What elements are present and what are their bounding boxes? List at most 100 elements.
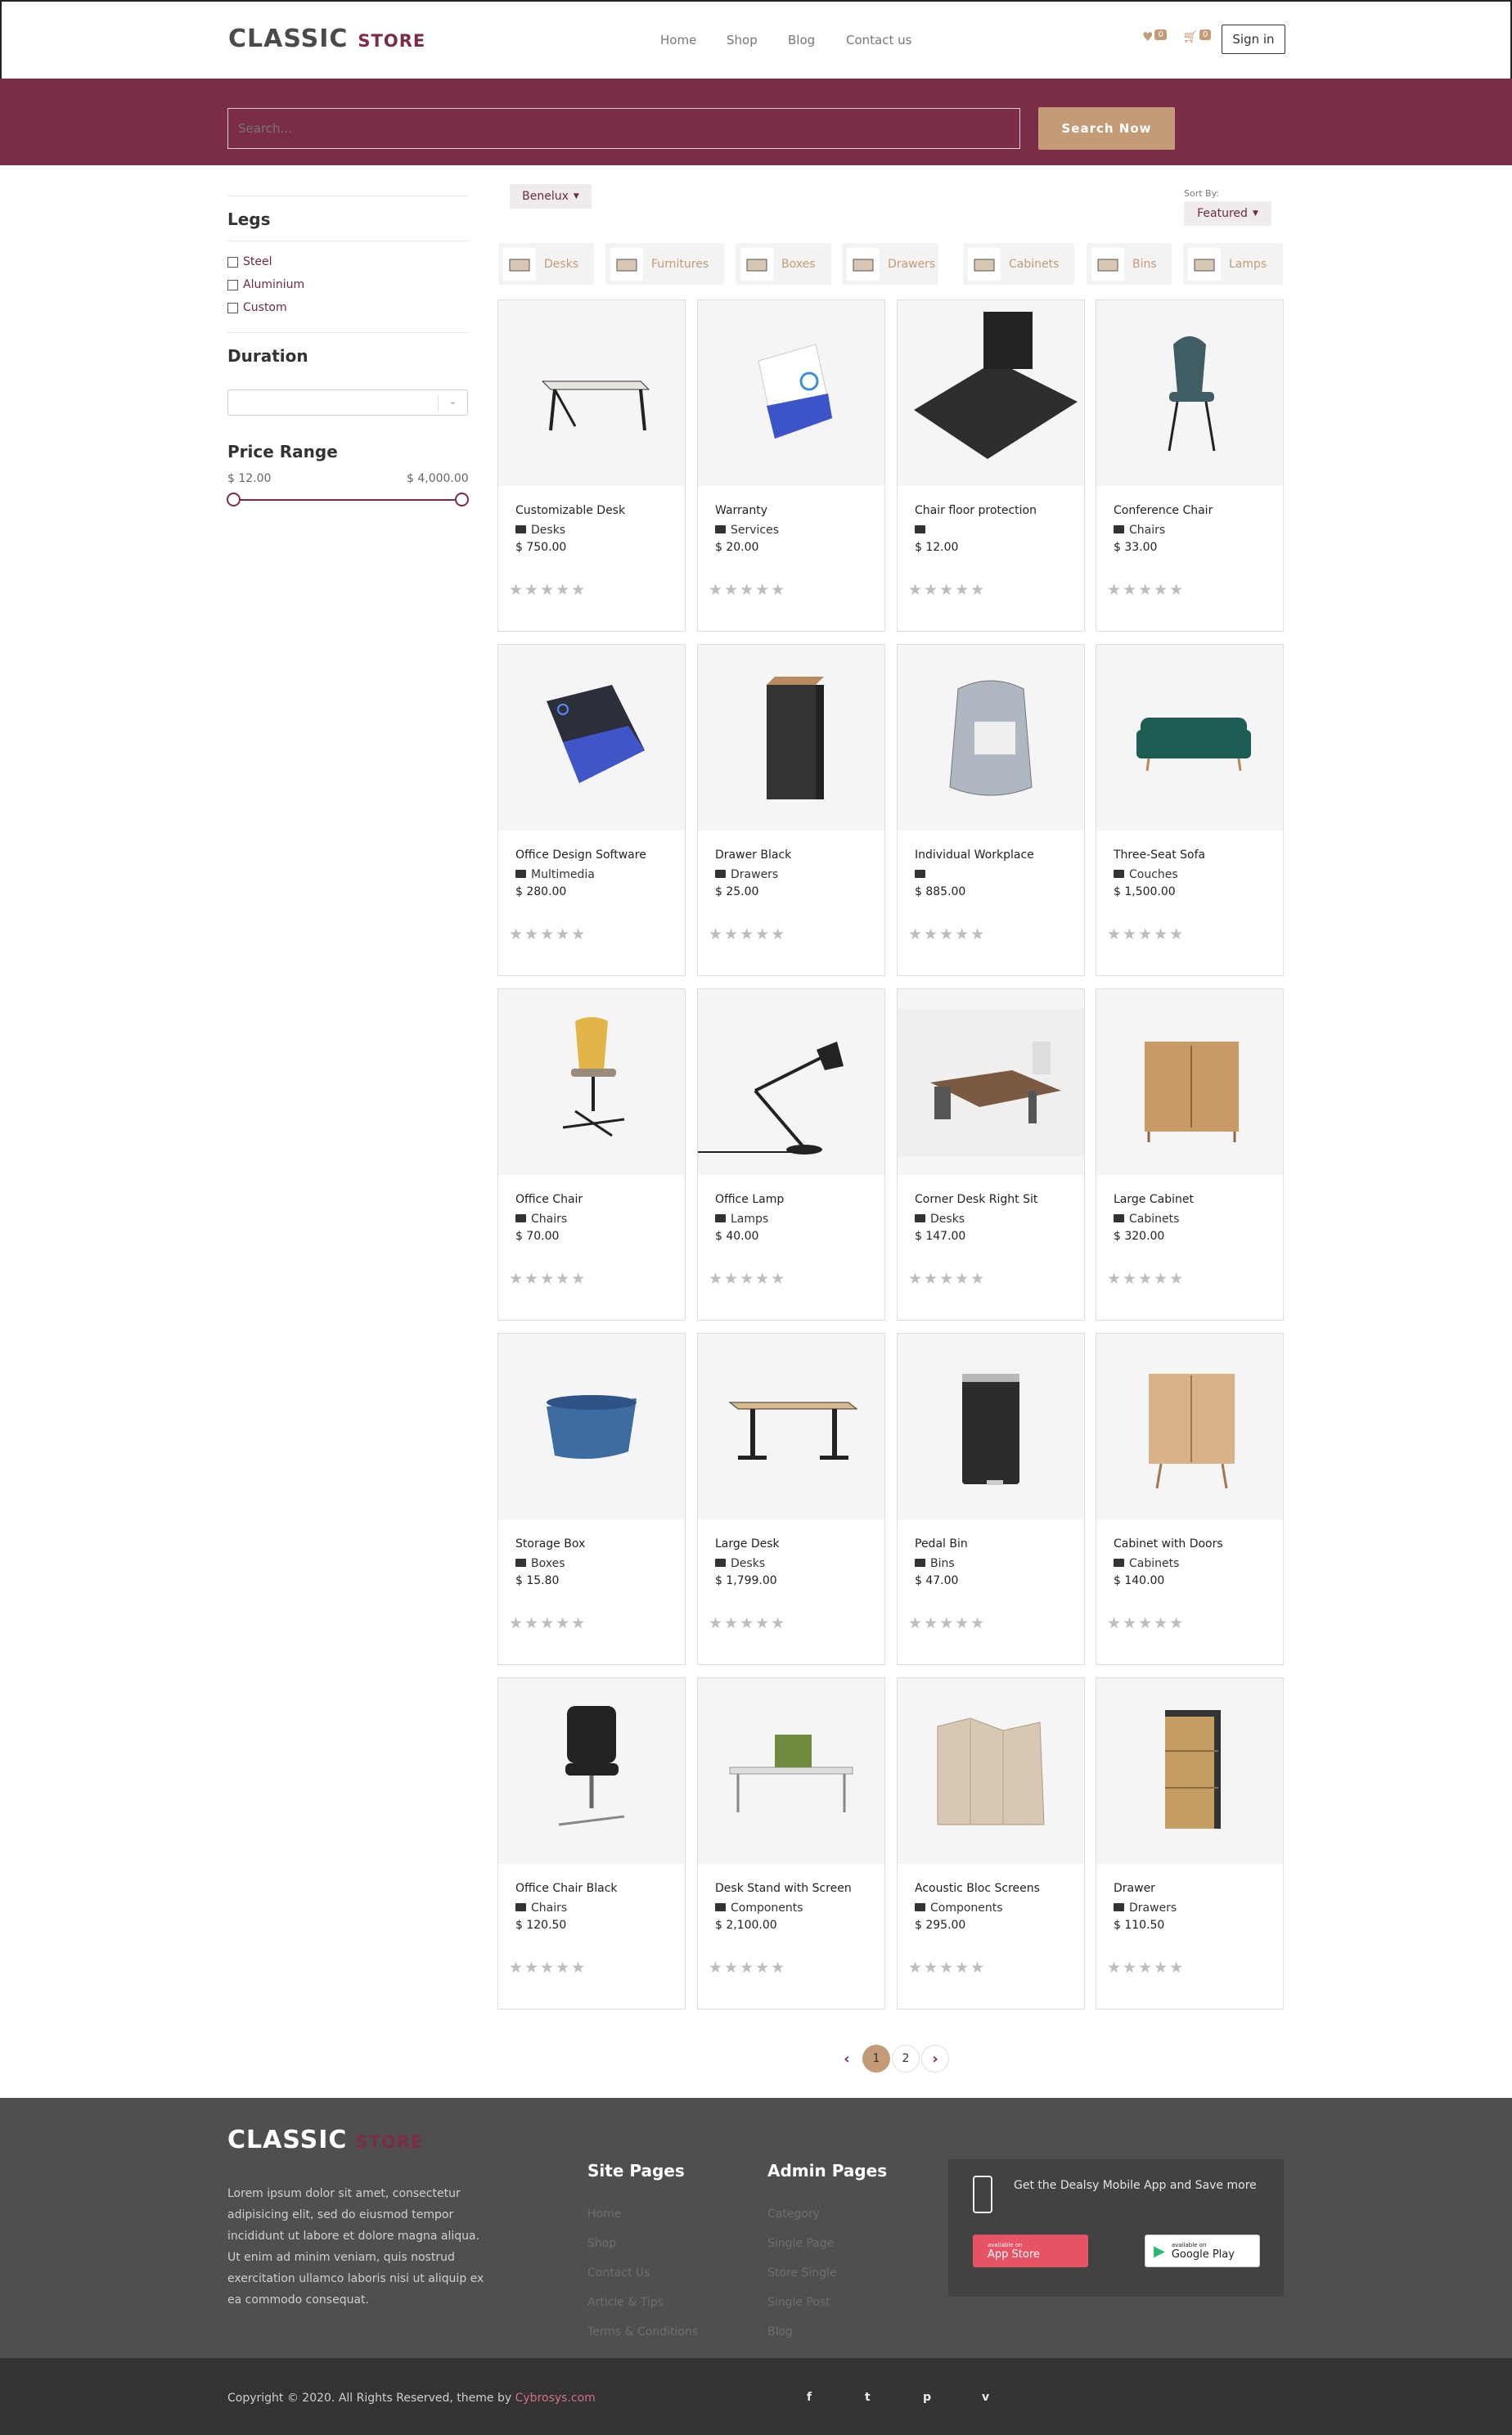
product-card[interactable]: Drawer Black Drawers $ 25.00 ★★★★★ — [697, 644, 885, 976]
pinterest-icon[interactable]: p — [923, 2391, 931, 2404]
product-card[interactable]: Desk Stand with Screen Components $ 2,100.… — [697, 1677, 885, 2010]
facebook-icon[interactable]: f — [807, 2391, 812, 2404]
product-image[interactable] — [498, 645, 685, 830]
product-card[interactable]: Customizable Desk Desks $ 750.00 ★★★★★ — [497, 299, 686, 632]
checkbox[interactable] — [227, 256, 238, 268]
product-name[interactable]: Office Chair Black — [515, 1882, 618, 1895]
product-card[interactable]: Office Lamp Lamps $ 40.00 ★★★★★ — [697, 988, 885, 1321]
product-name[interactable]: Customizable Desk — [515, 504, 625, 517]
product-image[interactable] — [1096, 1678, 1283, 1864]
product-card[interactable]: Office Design Software Multimedia $ 280.00… — [497, 644, 686, 976]
legs-option-aluminium[interactable]: Aluminium — [227, 278, 304, 291]
category-chip-desks[interactable]: Desks — [498, 243, 594, 285]
footer-link-articles[interactable]: Article & Tips — [587, 2296, 664, 2309]
footer-link-terms[interactable]: Terms & Conditions — [587, 2325, 698, 2338]
product-name[interactable]: Drawer — [1114, 1882, 1155, 1895]
product-name[interactable]: Conference Chair — [1114, 504, 1213, 517]
category-chip-boxes[interactable]: Boxes — [736, 243, 831, 285]
product-name[interactable]: Chair floor protection — [915, 504, 1037, 517]
product-card[interactable]: Large Desk Desks $ 1,799.00 ★★★★★ — [697, 1333, 885, 1665]
product-card[interactable]: Pedal Bin Bins $ 47.00 ★★★★★ — [897, 1333, 1085, 1665]
footer-link-contact[interactable]: Contact Us — [587, 2266, 650, 2280]
page-1-button[interactable]: 1 — [862, 2045, 890, 2073]
product-image[interactable] — [698, 645, 884, 830]
product-image[interactable] — [898, 1678, 1084, 1864]
product-name[interactable]: Corner Desk Right Sit — [915, 1193, 1037, 1206]
nav-home[interactable]: Home — [660, 33, 696, 47]
category-chip-lamps[interactable]: Lamps — [1183, 243, 1283, 285]
product-image[interactable] — [898, 1334, 1084, 1519]
app-store-button[interactable]: available on App Store — [973, 2235, 1088, 2267]
product-image[interactable] — [1096, 1334, 1283, 1519]
product-name[interactable]: Three-Seat Sofa — [1114, 848, 1205, 862]
product-name[interactable]: Desk Stand with Screen — [715, 1882, 852, 1895]
product-name[interactable]: Office Design Software — [515, 848, 646, 862]
product-image[interactable] — [698, 1678, 884, 1864]
product-image[interactable] — [498, 300, 685, 486]
product-name[interactable]: Cabinet with Doors — [1114, 1537, 1223, 1551]
product-card[interactable]: Storage Box Boxes $ 15.80 ★★★★★ — [497, 1333, 686, 1665]
checkbox[interactable] — [227, 279, 238, 290]
product-name[interactable]: Pedal Bin — [915, 1537, 968, 1551]
cart-button[interactable]: 🛒︎ 0 — [1182, 29, 1212, 44]
product-card[interactable]: Individual Workplace $ 885.00 ★★★★★ — [897, 644, 1085, 976]
price-slider-max-handle[interactable] — [455, 493, 469, 506]
product-image[interactable] — [1096, 989, 1283, 1175]
footer-link-store-single[interactable]: Store Single — [767, 2266, 837, 2280]
product-card[interactable]: Corner Desk Right Sit Desks $ 147.00 ★★★★★ — [897, 988, 1085, 1321]
product-card[interactable]: Office Chair Chairs $ 70.00 ★★★★★ — [497, 988, 686, 1321]
logo[interactable]: CLASSIC STORE — [228, 25, 425, 53]
product-card[interactable]: Cabinet with Doors Cabinets $ 140.00 ★★★★★ — [1096, 1333, 1284, 1665]
nav-shop[interactable]: Shop — [727, 33, 758, 47]
product-card[interactable]: Large Cabinet Cabinets $ 320.00 ★★★★★ — [1096, 988, 1284, 1321]
legs-option-steel[interactable]: Steel — [227, 255, 272, 268]
footer-link-single-page[interactable]: Single Page — [767, 2237, 834, 2250]
product-image[interactable] — [698, 1334, 884, 1519]
product-image[interactable] — [1096, 645, 1283, 830]
product-image[interactable] — [898, 300, 1084, 486]
vimeo-icon[interactable]: v — [982, 2391, 989, 2404]
product-name[interactable]: Warranty — [715, 504, 767, 517]
category-chip-cabinets[interactable]: Cabinets — [963, 243, 1074, 285]
price-slider-min-handle[interactable] — [227, 493, 241, 506]
product-name[interactable]: Individual Workplace — [915, 848, 1034, 862]
product-image[interactable] — [498, 1334, 685, 1519]
twitter-icon[interactable]: t — [865, 2391, 871, 2404]
product-card[interactable]: Acoustic Bloc Screens Components $ 295.00 ★… — [897, 1677, 1085, 2010]
signin-button[interactable]: Sign in — [1222, 25, 1285, 54]
price-slider-track[interactable] — [233, 499, 462, 501]
prev-page-button[interactable]: ‹ — [833, 2045, 861, 2073]
product-name[interactable]: Acoustic Bloc Screens — [915, 1882, 1040, 1895]
product-name[interactable]: Office Chair — [515, 1193, 583, 1206]
legs-option-custom[interactable]: Custom — [227, 301, 287, 314]
pricelist-dropdown[interactable]: Benelux ▼ — [510, 184, 592, 209]
copyright-link[interactable]: Cybrosys.com — [515, 2392, 596, 2405]
product-image[interactable] — [898, 645, 1084, 830]
product-card[interactable]: Office Chair Black Chairs $ 120.50 ★★★★★ — [497, 1677, 686, 2010]
product-name[interactable]: Office Lamp — [715, 1193, 784, 1206]
category-chip-furnitures[interactable]: Furnitures — [605, 243, 724, 285]
product-image[interactable] — [498, 1678, 685, 1864]
footer-link-home[interactable]: Home — [587, 2208, 621, 2221]
google-play-button[interactable]: ▶ available on Google Play — [1145, 2235, 1260, 2267]
duration-select[interactable]: ⌄ — [227, 389, 468, 416]
product-card[interactable]: Three-Seat Sofa Couches $ 1,500.00 ★★★★★ — [1096, 644, 1284, 976]
footer-link-category[interactable]: Category — [767, 2208, 820, 2221]
search-button[interactable]: Search Now — [1038, 107, 1175, 150]
footer-link-blog[interactable]: Blog — [767, 2325, 793, 2338]
product-name[interactable]: Large Cabinet — [1114, 1193, 1194, 1206]
category-chip-drawers[interactable]: Drawers — [842, 243, 938, 285]
product-card[interactable]: Chair floor protection $ 12.00 ★★★★★ — [897, 299, 1085, 632]
wishlist-button[interactable]: ♥ 0 — [1142, 29, 1167, 44]
nav-contact[interactable]: Contact us — [846, 33, 911, 47]
next-page-button[interactable]: › — [921, 2045, 949, 2073]
checkbox[interactable] — [227, 302, 238, 313]
nav-blog[interactable]: Blog — [788, 33, 815, 47]
footer-link-shop[interactable]: Shop — [587, 2237, 616, 2250]
page-2-button[interactable]: 2 — [892, 2045, 920, 2073]
footer-link-single-post[interactable]: Single Post — [767, 2296, 830, 2309]
product-image[interactable] — [898, 989, 1084, 1175]
product-name[interactable]: Drawer Black — [715, 848, 791, 862]
sort-dropdown[interactable]: Featured ▼ — [1184, 201, 1271, 226]
product-name[interactable]: Storage Box — [515, 1537, 585, 1551]
